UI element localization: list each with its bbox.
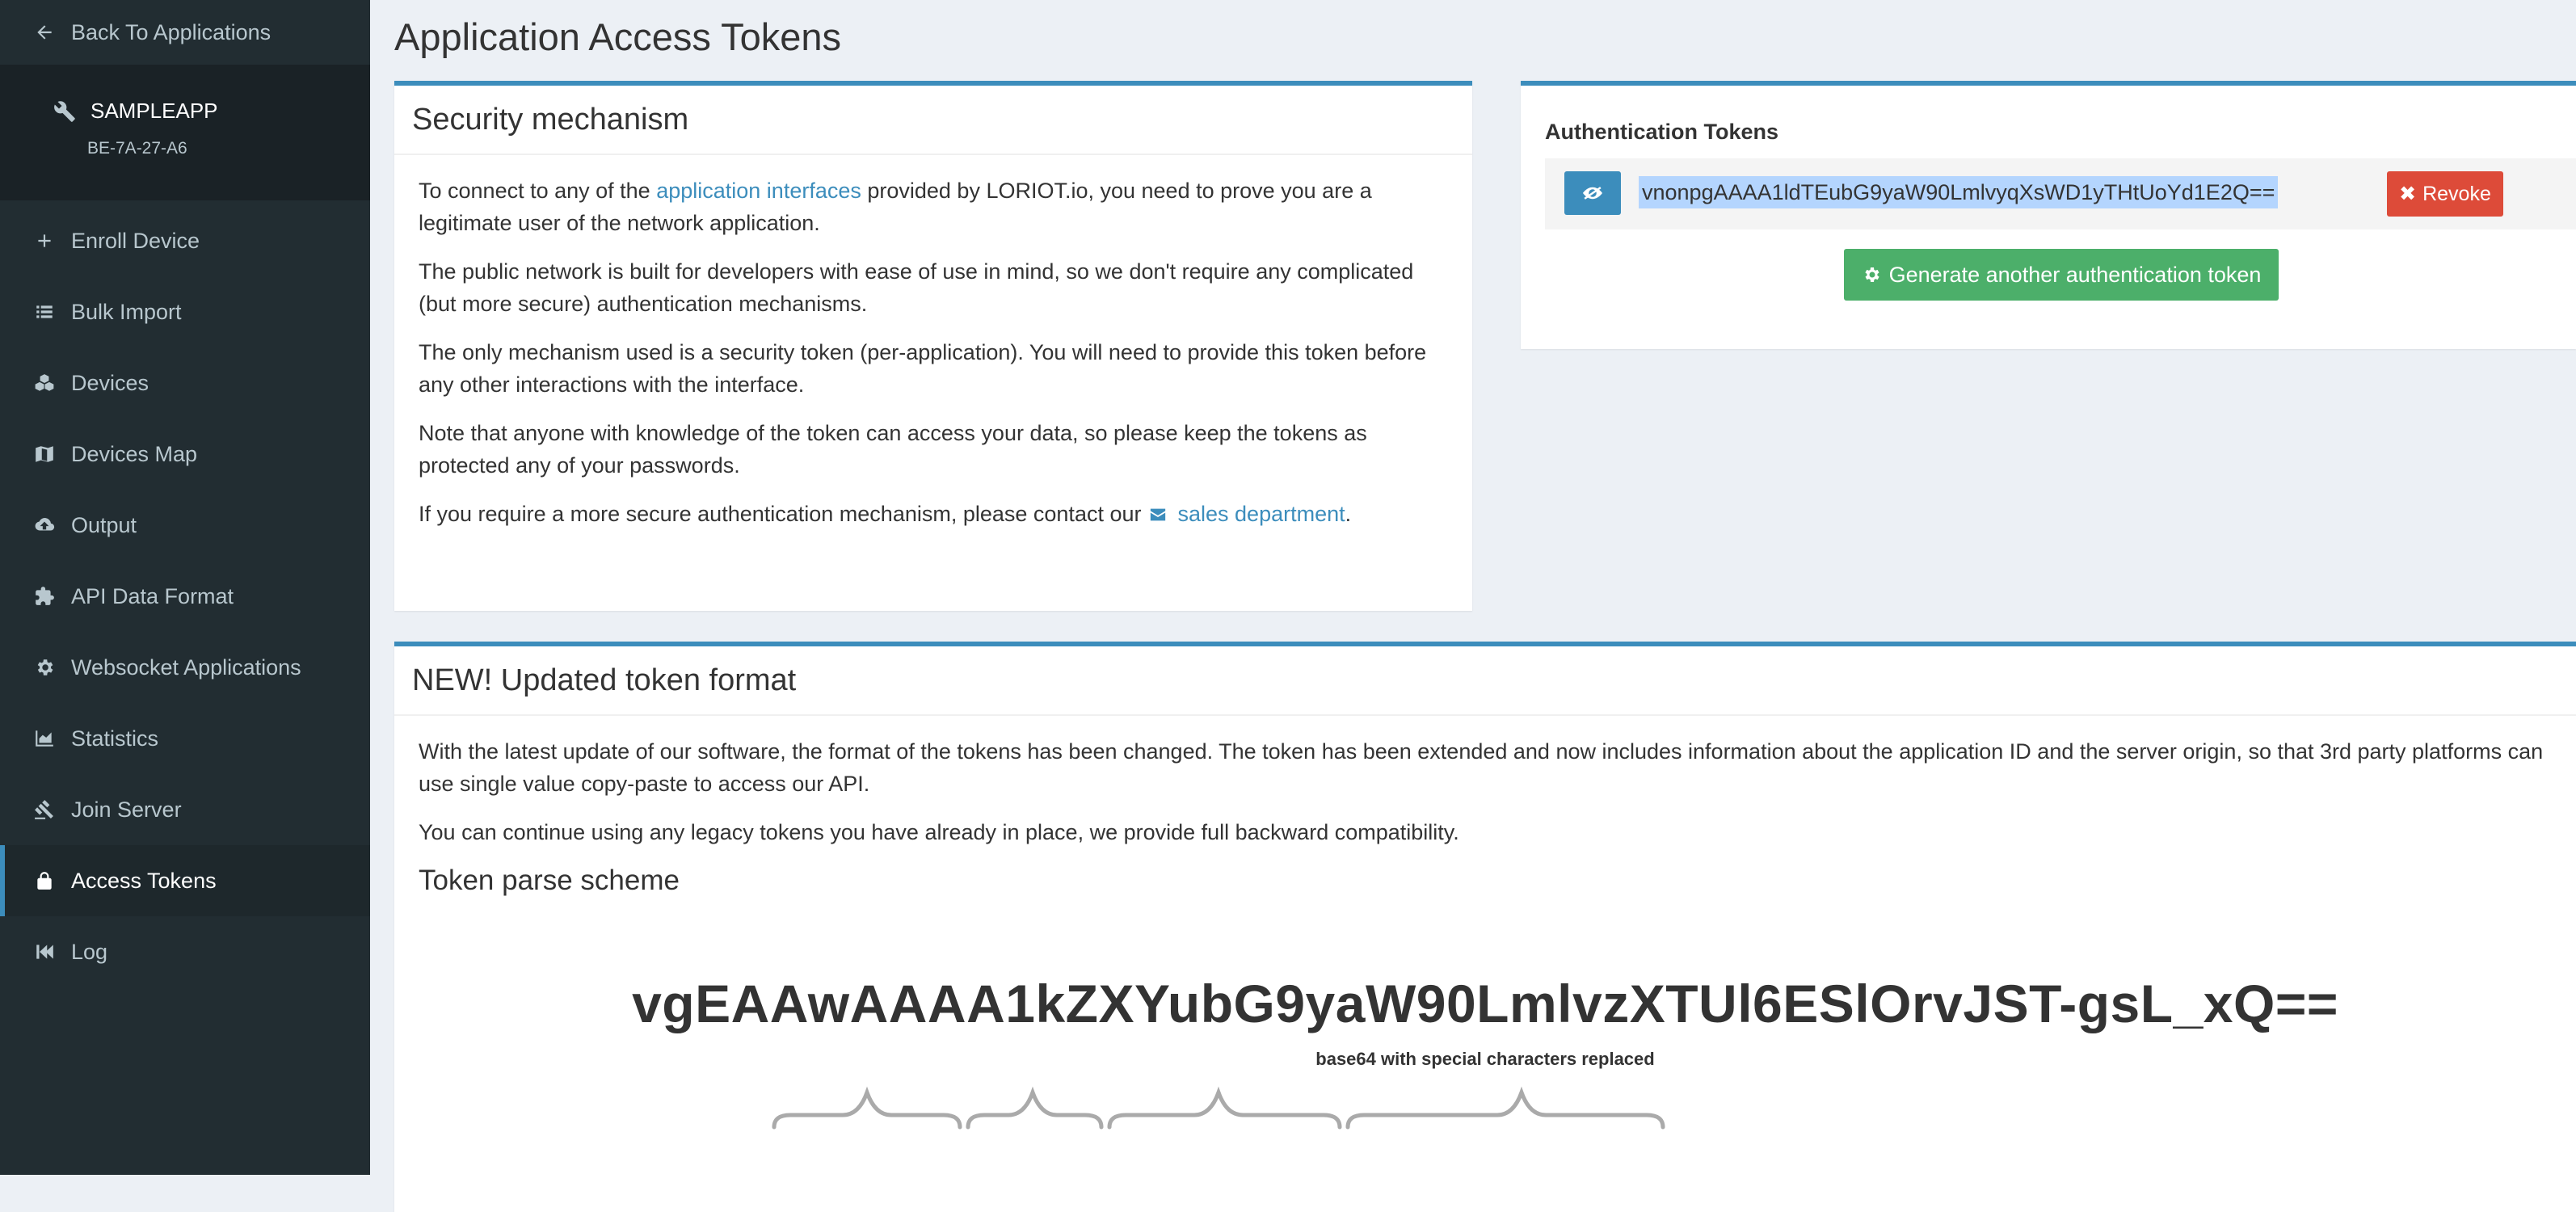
- token-segment-braces: [394, 1083, 2576, 1131]
- text: .: [1345, 502, 1352, 526]
- page-title: Application Access Tokens: [394, 15, 841, 59]
- sidebar-item-label: Bulk Import: [71, 300, 182, 325]
- sidebar-item-log[interactable]: Log: [0, 916, 370, 987]
- sidebar-item-label: Join Server: [71, 797, 182, 823]
- sidebar-item-label: Enroll Device: [71, 229, 200, 254]
- sidebar-item-label: Output: [71, 513, 137, 538]
- security-mechanism-box: Security mechanism To connect to any of …: [394, 81, 1472, 611]
- arrow-left-icon: [32, 20, 57, 44]
- new-token-format-header: NEW! Updated token format: [394, 646, 2576, 716]
- sidebar-item-label: Log: [71, 940, 107, 965]
- brace-segment-2: [968, 1092, 1101, 1127]
- security-paragraph-5: If you require a more secure authenticat…: [419, 498, 1448, 532]
- scheme-caption: base64 with special characters replaced: [394, 1049, 2576, 1070]
- brace-segment-1: [774, 1092, 960, 1127]
- generate-token-label: Generate another authentication token: [1889, 263, 2262, 288]
- sidebar-nav: Enroll Device Bulk Import Devices Device…: [0, 205, 370, 987]
- sidebar-item-access-tokens[interactable]: Access Tokens: [0, 845, 370, 916]
- sidebar-item-label: Statistics: [71, 726, 158, 751]
- toggle-visibility-button[interactable]: [1564, 171, 1621, 215]
- close-icon: ✖: [2399, 182, 2416, 206]
- sidebar-item-label: Websocket Applications: [71, 655, 301, 680]
- list-icon: [32, 300, 57, 324]
- gavel-icon: [32, 797, 57, 822]
- security-paragraph-2: The public network is built for develope…: [419, 255, 1448, 320]
- sidebar-item-label: Devices Map: [71, 442, 197, 467]
- security-paragraph-1: To connect to any of the application int…: [419, 175, 1448, 239]
- new-token-format-box: NEW! Updated token format With the lates…: [394, 642, 2576, 1212]
- sidebar-item-label: Access Tokens: [71, 869, 217, 894]
- eye-slash-icon: [1581, 183, 1605, 203]
- back-to-applications-link[interactable]: Back To Applications: [0, 0, 370, 65]
- lock-icon: [32, 869, 57, 893]
- revoke-label: Revoke: [2422, 183, 2491, 206]
- token-parse-scheme-heading: Token parse scheme: [419, 865, 2552, 897]
- token-value[interactable]: vnonpgAAAA1ldTEubG9yaW90LmlvyqXsWD1yTHtU…: [1639, 176, 2278, 208]
- security-mechanism-header: Security mechanism: [394, 86, 1472, 155]
- security-mechanism-body: To connect to any of the application int…: [394, 155, 1472, 568]
- cloud-upload-icon: [32, 513, 57, 537]
- token-row: vnonpgAAAA1ldTEubG9yaW90LmlvyqXsWD1yTHtU…: [1545, 158, 2576, 229]
- cubes-icon: [32, 371, 57, 395]
- back-to-applications-label: Back To Applications: [71, 20, 271, 45]
- envelope-icon: [1147, 500, 1172, 532]
- new-format-paragraph-2: You can continue using any legacy tokens…: [419, 816, 2552, 848]
- sidebar-item-label: Devices: [71, 371, 149, 396]
- authentication-tokens-title: Authentication Tokens: [1545, 120, 1778, 145]
- text: If you require a more secure authenticat…: [419, 502, 1147, 526]
- gear-icon: [1862, 265, 1881, 284]
- main-content: Application Access Tokens Security mecha…: [370, 0, 2576, 1175]
- scheme-token-example: vgEAAwAAAA1kZXYubG9yaW90LmlvzXTUl6ESlOrv…: [394, 973, 2576, 1034]
- security-paragraph-4: Note that anyone with knowledge of the t…: [419, 417, 1448, 482]
- app-id: BE-7A-27-A6: [87, 139, 187, 158]
- area-chart-icon: [32, 726, 57, 751]
- app-name-row: SAMPLEAPP: [53, 99, 218, 124]
- brace-segment-3: [1109, 1092, 1340, 1127]
- generate-token-button[interactable]: Generate another authentication token: [1844, 249, 2279, 301]
- sidebar-item-devices[interactable]: Devices: [0, 347, 370, 419]
- sidebar-item-label: API Data Format: [71, 584, 234, 609]
- sidebar-item-api-data-format[interactable]: API Data Format: [0, 561, 370, 632]
- sidebar-item-output[interactable]: Output: [0, 490, 370, 561]
- wrench-icon: [53, 100, 76, 123]
- sales-department-link[interactable]: sales department: [1178, 502, 1345, 526]
- map-icon: [32, 442, 57, 466]
- app-info: SAMPLEAPP BE-7A-27-A6: [0, 65, 370, 200]
- new-token-format-body: With the latest update of our software, …: [394, 716, 2576, 924]
- fast-backward-icon: [32, 940, 57, 964]
- text: To connect to any of the: [419, 179, 656, 203]
- sidebar-item-enroll-device[interactable]: Enroll Device: [0, 205, 370, 276]
- application-interfaces-link[interactable]: application interfaces: [656, 179, 861, 203]
- new-format-paragraph-1: With the latest update of our software, …: [419, 735, 2552, 800]
- brace-segment-4: [1348, 1092, 1663, 1127]
- revoke-button[interactable]: ✖ Revoke: [2387, 171, 2503, 217]
- sidebar-item-websocket-applications[interactable]: Websocket Applications: [0, 632, 370, 703]
- puzzle-icon: [32, 584, 57, 608]
- sidebar: Back To Applications SAMPLEAPP BE-7A-27-…: [0, 0, 370, 1175]
- plus-icon: [32, 229, 57, 253]
- sidebar-item-devices-map[interactable]: Devices Map: [0, 419, 370, 490]
- app-name: SAMPLEAPP: [90, 99, 218, 124]
- sidebar-item-statistics[interactable]: Statistics: [0, 703, 370, 774]
- authentication-tokens-box: Authentication Tokens vnonpgAAAA1ldTEubG…: [1521, 81, 2576, 349]
- gear-icon: [32, 655, 57, 680]
- sidebar-item-bulk-import[interactable]: Bulk Import: [0, 276, 370, 347]
- security-paragraph-3: The only mechanism used is a security to…: [419, 336, 1448, 401]
- sidebar-item-join-server[interactable]: Join Server: [0, 774, 370, 845]
